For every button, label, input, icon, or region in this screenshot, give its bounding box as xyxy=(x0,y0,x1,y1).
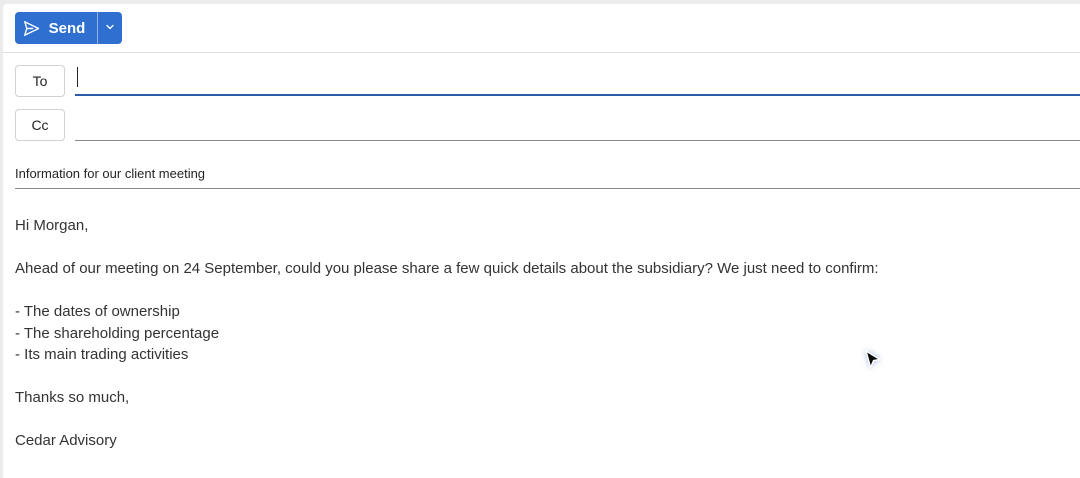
body-line xyxy=(15,366,1060,388)
send-split-button: Send xyxy=(15,12,122,44)
cc-field-wrapper xyxy=(75,109,1080,141)
subject-field[interactable]: Information for our client meeting xyxy=(15,159,1080,189)
body-line xyxy=(15,409,1060,431)
chevron-down-icon xyxy=(105,19,115,37)
send-options-button[interactable] xyxy=(98,12,122,44)
body-line xyxy=(15,237,1060,259)
body-line: Hi Morgan, xyxy=(15,217,89,234)
cc-button[interactable]: Cc xyxy=(15,109,65,141)
to-field[interactable] xyxy=(75,64,1080,94)
subject-text: Information for our client meeting xyxy=(15,166,206,181)
body-line: - The dates of ownership xyxy=(15,303,180,320)
compose-toolbar: Send xyxy=(3,4,1080,53)
text-caret xyxy=(77,67,78,87)
body-line: - Its main trading activities xyxy=(15,346,189,363)
body-line: Thanks so much, xyxy=(15,389,130,406)
paper-plane-icon xyxy=(23,20,40,37)
body-line: Ahead of our meeting on 24 September, co… xyxy=(15,260,879,277)
body-line: - The shareholding percentage xyxy=(15,324,220,342)
body-line xyxy=(15,280,1060,302)
cc-field[interactable] xyxy=(75,109,1080,140)
message-body[interactable]: Hi Morgan, Ahead of our meeting on 24 Se… xyxy=(15,215,1060,452)
to-field-wrapper xyxy=(75,64,1080,96)
compose-pane: Send To Cc Information for our client me… xyxy=(3,4,1080,478)
mouse-pointer-icon xyxy=(862,348,884,372)
send-button[interactable]: Send xyxy=(15,12,97,44)
to-button[interactable]: To xyxy=(15,65,65,97)
body-line: Cedar Advisory xyxy=(15,432,117,449)
send-label: Send xyxy=(48,19,86,37)
